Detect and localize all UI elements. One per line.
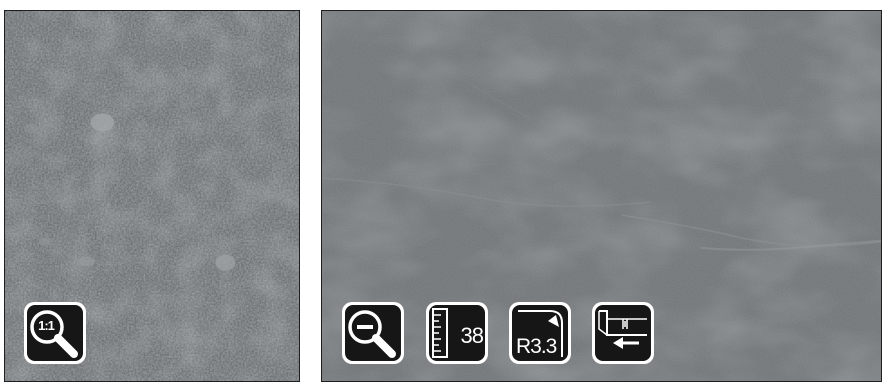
depth-value: 38 (460, 323, 485, 348)
edge-profile-button[interactable] (592, 302, 654, 364)
zoom-out-icon (348, 310, 396, 358)
image-stage: 1:1 38 R3.3 (0, 0, 883, 383)
stone-sample-right: 38 R3.3 (321, 10, 882, 382)
depth-button[interactable]: 38 (426, 302, 488, 364)
radius-value: R3.3 (516, 335, 557, 358)
zoom-out-button[interactable] (342, 302, 404, 364)
radius-button[interactable]: R3.3 (509, 302, 571, 364)
zoom-1to1-label: 1:1 (38, 318, 55, 333)
zoom-1to1-button[interactable]: 1:1 (24, 302, 86, 364)
magnifier-icon (30, 310, 78, 358)
stone-sample-left: 1:1 (4, 10, 300, 382)
edge-profile-icon (598, 310, 647, 349)
